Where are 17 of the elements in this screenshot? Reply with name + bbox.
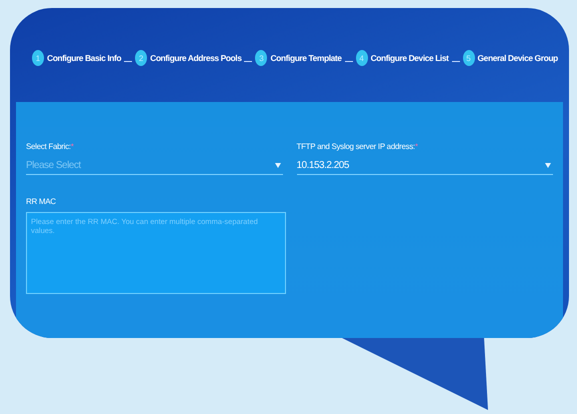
required-mark: * [414,142,418,151]
step-label[interactable]: General Device Group [478,53,558,63]
caret-icon [274,163,280,168]
step-number: 4 [356,50,368,66]
step-number: 5 [462,50,475,66]
step-number: 2 [135,50,148,66]
field-label: RR MAC [26,197,56,206]
step-label[interactable]: Configure Template [270,53,342,63]
step-number: 3 [255,50,268,66]
step-label[interactable]: Configure Basic Info [47,53,122,63]
required-mark: * [70,142,74,151]
step-number: 1 [32,50,44,66]
field-label: TFTP and Syslog server IP address: [296,142,415,151]
step-label[interactable]: Configure Address Pools [150,53,242,63]
caret-icon [545,163,551,168]
field-label: Select Fabric: [26,142,71,151]
step-label[interactable]: Configure Device List [370,53,449,63]
